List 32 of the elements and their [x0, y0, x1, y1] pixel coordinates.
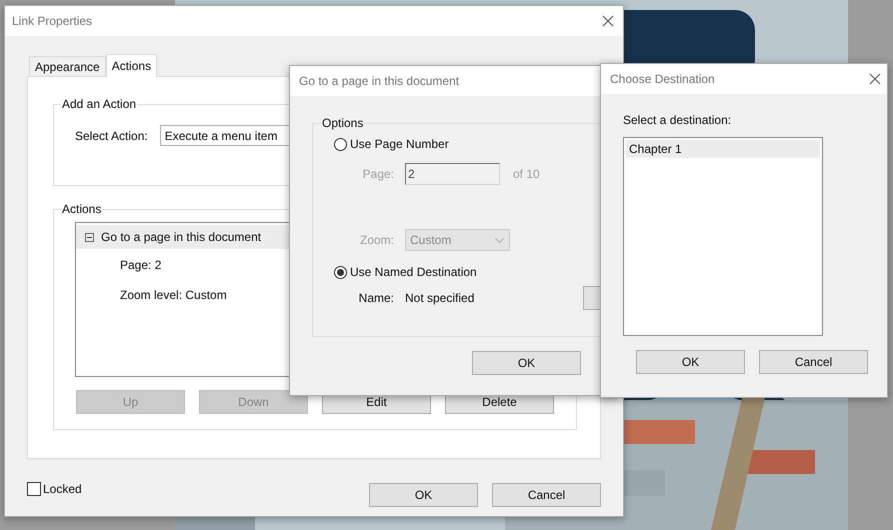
tab[interactable]: Actions: [106, 54, 158, 77]
field-label: Page:: [362, 166, 395, 183]
collapse-icon[interactable]: [85, 232, 94, 242]
list-item[interactable]: Chapter 1: [626, 140, 820, 158]
destination-name: Not specified: [405, 290, 474, 307]
close-icon[interactable]: [602, 15, 614, 27]
dialog-button[interactable]: OK: [636, 350, 745, 374]
dialog-button[interactable]: Cancel: [759, 350, 868, 374]
checkbox[interactable]: [27, 482, 41, 496]
item-detail: Zoom level: Custom: [120, 287, 227, 304]
group-label: Actions: [61, 201, 102, 218]
prompt-text: Select a destination:: [623, 112, 732, 129]
dialog-button[interactable]: OK: [472, 351, 581, 375]
window-title: Go to a page in this document: [299, 73, 460, 90]
radio-label: Use Named Destination: [350, 264, 477, 281]
window-title: Link Properties: [12, 13, 92, 30]
chevron-down-icon: [495, 238, 504, 242]
radio-button[interactable]: [334, 138, 347, 150]
page-count: of 10: [513, 166, 540, 183]
field-label: Zoom:: [358, 232, 395, 249]
item-detail: Page: 2: [120, 257, 162, 274]
group-label: Add an Action: [61, 96, 138, 113]
close-icon[interactable]: [869, 73, 881, 85]
item-label: Go to a page in this document: [101, 229, 262, 246]
dialog-button[interactable]: OK: [369, 483, 478, 507]
tab[interactable]: Appearance: [29, 56, 106, 76]
field-label: Name:: [358, 290, 395, 307]
dialog-button[interactable]: Cancel: [492, 483, 601, 507]
field-label: Select Action:: [75, 128, 148, 144]
checkbox-label: Locked: [43, 481, 82, 498]
radio-button[interactable]: [334, 266, 347, 278]
window-title: Choose Destination: [610, 71, 715, 88]
